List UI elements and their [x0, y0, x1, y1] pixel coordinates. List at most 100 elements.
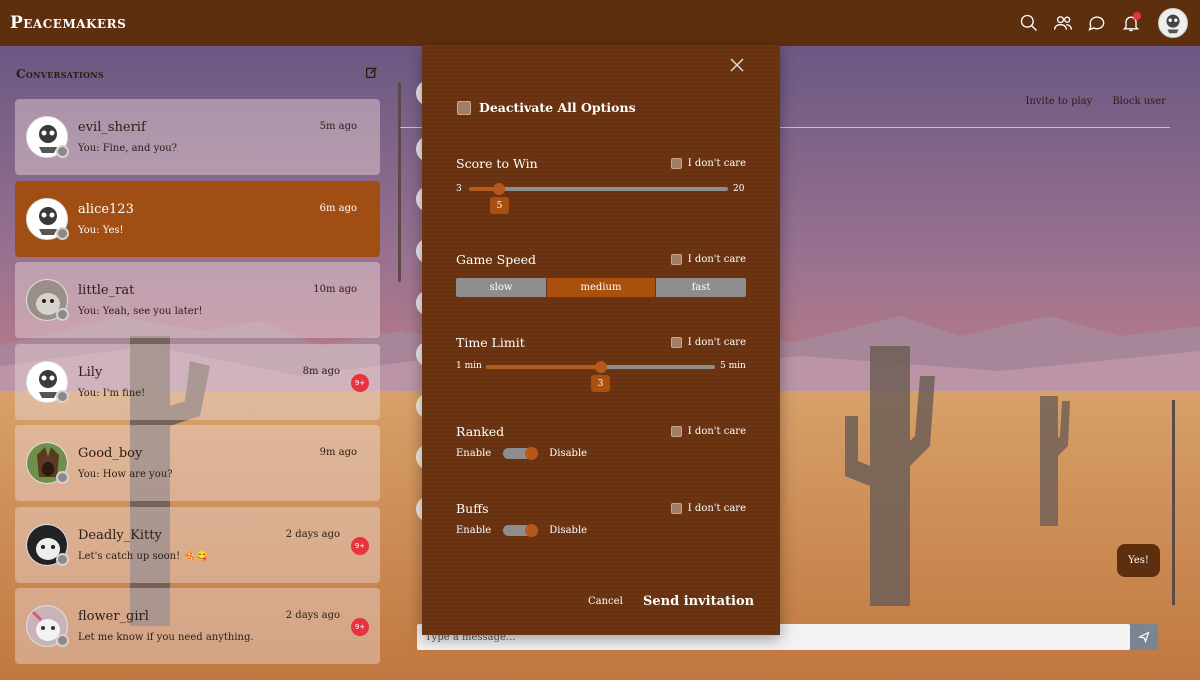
speed-option-fast[interactable]: fast — [656, 278, 746, 297]
buffs-toggle-row: Enable Disable — [456, 524, 587, 537]
conversation-preview: You: Yes! — [78, 224, 124, 236]
score-dont-care-checkbox[interactable] — [670, 158, 682, 169]
ranked-toggle-row: Enable Disable — [456, 447, 588, 460]
conversation-time: 8m ago — [302, 365, 340, 377]
time-max-label: 5 min — [720, 361, 746, 371]
sidebar-title: Conversations — [16, 66, 104, 81]
send-icon — [1138, 631, 1150, 643]
status-indicator — [56, 145, 69, 158]
conversation-preview: You: I'm fine! — [78, 387, 146, 399]
deactivate-all-option[interactable]: Deactivate All Options — [457, 100, 636, 115]
bell-icon[interactable] — [1120, 12, 1142, 34]
dont-care-label: I don't care — [687, 337, 746, 348]
chat-scrollbar[interactable] — [1172, 400, 1175, 605]
score-dont-care[interactable]: I don't care — [670, 158, 746, 169]
ranked-dont-care[interactable]: I don't care — [670, 426, 746, 437]
conversation-item[interactable]: flower_girl 2 days ago Let me know if you … — [15, 588, 380, 664]
conversation-time: 2 days ago — [285, 528, 340, 540]
conversation-item[interactable]: alice123 6m ago You: Yes! — [15, 180, 380, 257]
score-max-label: 20 — [733, 184, 745, 194]
status-indicator — [56, 552, 69, 566]
conversation-preview: You: Fine, and you? — [78, 143, 178, 154]
buffs-title: Buffs — [456, 501, 489, 516]
conversation-item[interactable]: Good_boy 9m ago You: How are you? — [15, 425, 380, 501]
time-dont-care-checkbox[interactable] — [670, 337, 682, 348]
speed-option-slow[interactable]: slow — [456, 278, 547, 297]
user-avatar[interactable] — [1158, 8, 1188, 38]
conversation-time: 10m ago — [313, 284, 357, 295]
conversation-item[interactable]: little_rat 10m ago You: Yeah, see you late… — [15, 262, 380, 338]
time-slider-fill — [486, 365, 601, 369]
ranked-disable-label: Disable — [549, 448, 588, 459]
speed-dont-care[interactable]: I don't care — [670, 254, 746, 265]
unread-badge: 9+ — [351, 373, 369, 392]
brand-logo[interactable]: Peacemakers — [10, 13, 126, 33]
block-user-link[interactable]: Block user — [1112, 96, 1166, 107]
conversation-time: 2 days ago — [285, 610, 340, 621]
deactivate-all-checkbox[interactable] — [457, 100, 471, 115]
ranked-toggle-knob — [525, 447, 539, 460]
status-indicator — [56, 634, 69, 647]
invite-to-play-link[interactable]: Invite to play — [1026, 96, 1093, 107]
deactivate-all-label: Deactivate All Options — [479, 100, 636, 115]
conversation-time: 6m ago — [319, 202, 357, 214]
score-value-badge: 5 — [489, 197, 509, 214]
conversation-preview: You: How are you? — [78, 469, 173, 480]
speed-dont-care-checkbox[interactable] — [670, 254, 682, 265]
buffs-enable-label: Enable — [456, 525, 492, 536]
conversation-preview: Let's catch up soon! 🍕😋 — [78, 550, 209, 562]
chat-header-actions: Invite to play Block user — [1026, 96, 1166, 107]
conversation-list: evil_sherif 5m ago You: Fine, and you? alic… — [15, 99, 380, 670]
game-speed-selector: slow medium fast — [456, 278, 746, 297]
cancel-button[interactable]: Cancel — [588, 596, 623, 607]
status-indicator — [56, 471, 69, 484]
search-icon[interactable] — [1018, 12, 1040, 34]
buffs-dont-care[interactable]: I don't care — [670, 503, 746, 514]
unread-badge: 9+ — [351, 618, 369, 636]
nav-icons — [1018, 8, 1188, 38]
game-speed-title: Game Speed — [456, 252, 537, 267]
ranked-dont-care-checkbox[interactable] — [670, 426, 682, 437]
time-slider[interactable] — [486, 361, 715, 373]
close-icon[interactable] — [730, 57, 748, 75]
friends-icon[interactable] — [1052, 12, 1074, 34]
chat-icon[interactable] — [1086, 12, 1108, 34]
top-navbar: Peacemakers — [0, 0, 1200, 46]
conversation-name: alice123 — [78, 201, 134, 217]
speed-option-medium[interactable]: medium — [547, 278, 656, 297]
buffs-dont-care-checkbox[interactable] — [670, 503, 682, 514]
conversation-time: 5m ago — [319, 121, 357, 132]
score-slider[interactable] — [469, 183, 728, 195]
time-dont-care[interactable]: I don't care — [670, 337, 746, 348]
time-limit-title: Time Limit — [456, 335, 525, 350]
conversation-time: 9m ago — [319, 447, 357, 458]
conversation-name: Lily — [78, 364, 103, 380]
status-indicator — [56, 226, 69, 240]
score-slider-thumb[interactable] — [493, 183, 506, 195]
dont-care-label: I don't care — [687, 503, 746, 514]
conversation-item[interactable]: Deadly_Kitty 2 days ago Let's catch up soo… — [15, 506, 380, 583]
conversation-item[interactable]: evil_sherif 5m ago You: Fine, and you? — [15, 99, 380, 175]
buffs-toggle[interactable] — [503, 524, 539, 537]
sidebar-scrollbar[interactable] — [398, 82, 401, 282]
ranked-title: Ranked — [456, 424, 505, 439]
conversation-item[interactable]: Lily 8m ago You: I'm fine! 9+ — [15, 343, 380, 420]
send-message-button[interactable] — [1130, 624, 1158, 650]
dont-care-label: I don't care — [687, 426, 746, 437]
time-value-badge: 3 — [591, 375, 610, 392]
ranked-toggle[interactable] — [503, 447, 539, 460]
conversations-sidebar: Conversations evil_sherif 5m ago You: Fine… — [0, 46, 401, 680]
time-slider-thumb[interactable] — [594, 361, 607, 373]
status-indicator — [56, 389, 69, 403]
message-bubble: Yes! — [1117, 544, 1160, 577]
sidebar-header: Conversations — [16, 64, 378, 83]
conversation-name: evil_sherif — [78, 120, 146, 135]
score-min-label: 3 — [456, 184, 462, 194]
send-invitation-button[interactable]: Send invitation — [643, 594, 754, 609]
score-to-win-title: Score to Win — [456, 156, 538, 171]
new-conversation-icon[interactable] — [365, 64, 378, 83]
ranked-enable-label: Enable — [456, 448, 492, 459]
notification-dot — [1133, 12, 1141, 20]
conversation-name: little_rat — [78, 283, 135, 298]
dont-care-label: I don't care — [687, 254, 746, 265]
